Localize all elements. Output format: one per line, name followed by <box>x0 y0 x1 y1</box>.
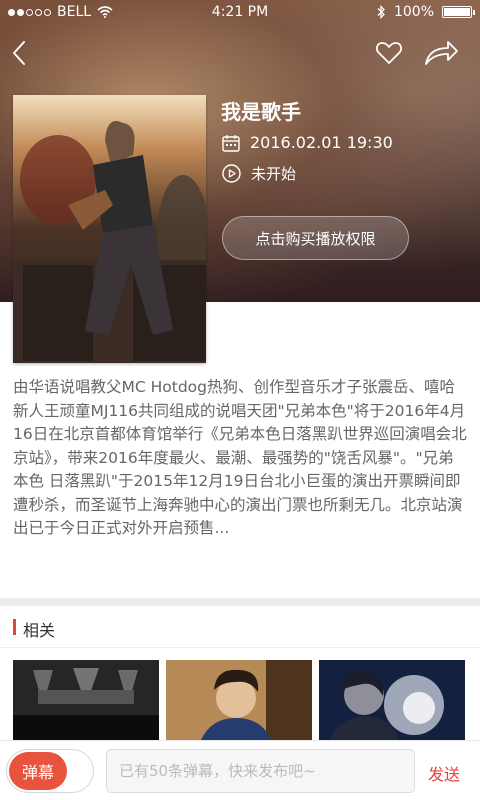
danmu-toggle-label: 弹幕 <box>9 752 67 790</box>
status-right: 100% <box>376 4 475 20</box>
battery-icon <box>442 6 475 18</box>
show-status-row: 未开始 <box>222 163 296 184</box>
show-description: 由华语说唱教父MC Hotdog热狗、创作型音乐才子张震岳、嘻哈新人王顽童MJ1… <box>13 378 467 537</box>
show-poster <box>13 95 206 363</box>
related-item-singer-portrait[interactable] <box>166 660 312 740</box>
back-icon[interactable] <box>8 38 32 68</box>
show-title: 我是歌手 <box>221 100 301 124</box>
singer-spotlight-image <box>319 660 465 740</box>
danmu-toggle[interactable]: 弹幕 <box>6 749 94 793</box>
show-date: 2016.02.01 19:30 <box>250 133 393 152</box>
calendar-icon <box>222 134 240 152</box>
concert-stage-image <box>13 660 159 740</box>
section-accent-bar <box>13 619 16 635</box>
buy-playback-button[interactable]: 点击购买播放权限 <box>222 216 409 260</box>
related-section-header: 相关 <box>0 606 480 648</box>
play-icon <box>222 164 241 183</box>
related-section-title: 相关 <box>23 621 56 640</box>
bottom-bar: 弹幕 发送 <box>0 740 480 800</box>
poster-image <box>13 95 206 363</box>
show-status: 未开始 <box>251 165 297 183</box>
status-bar: BELL 4:21 PM 100% <box>0 0 480 26</box>
related-item-concert-stage[interactable] <box>13 660 159 740</box>
share-icon[interactable] <box>422 38 460 68</box>
battery-percent: 100% <box>393 4 434 20</box>
related-list <box>0 660 480 740</box>
show-date-row: 2016.02.01 19:30 <box>222 133 393 152</box>
send-button[interactable]: 发送 <box>428 761 460 785</box>
danmu-input[interactable] <box>106 749 415 793</box>
bluetooth-icon <box>377 5 385 19</box>
related-item-singer-spotlight[interactable] <box>319 660 465 740</box>
singer-portrait-image <box>166 660 312 740</box>
battery-level <box>444 8 470 16</box>
section-divider <box>0 598 480 606</box>
heart-icon[interactable] <box>374 38 404 68</box>
